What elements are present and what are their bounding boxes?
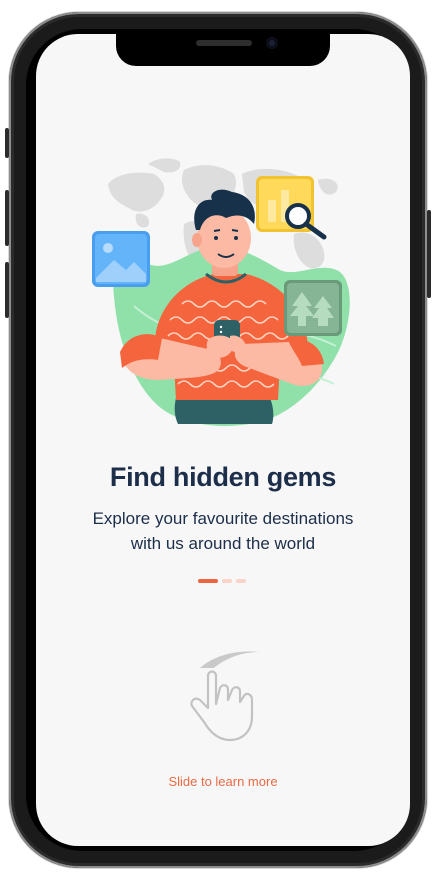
image-icon [92, 231, 150, 287]
page-dot-1[interactable] [198, 579, 218, 583]
search-chart-icon [256, 176, 327, 240]
subtitle-line-2: with us around the world [130, 534, 316, 553]
onboarding-illustration [92, 158, 350, 426]
swipe-hint: Slide to learn more [168, 774, 278, 789]
page-dot-2[interactable] [222, 579, 232, 583]
subtitle-line-1: Explore your favourite destinations [92, 509, 354, 528]
forest-icon [284, 280, 342, 336]
volume-down-button [5, 262, 9, 318]
pants [174, 398, 274, 424]
volume-up-button [5, 190, 9, 246]
page-indicator[interactable] [198, 579, 246, 583]
page-subtitle: Explore your favourite destinations with… [76, 506, 370, 556]
page-title: Find hidden gems [109, 462, 337, 492]
power-button [427, 210, 431, 298]
swipe-hand-icon [190, 651, 260, 742]
page-dot-3[interactable] [236, 579, 246, 583]
mute-switch [5, 128, 9, 158]
onboarding-screen[interactable]: Find hidden gems Explore your favourite … [36, 34, 410, 846]
